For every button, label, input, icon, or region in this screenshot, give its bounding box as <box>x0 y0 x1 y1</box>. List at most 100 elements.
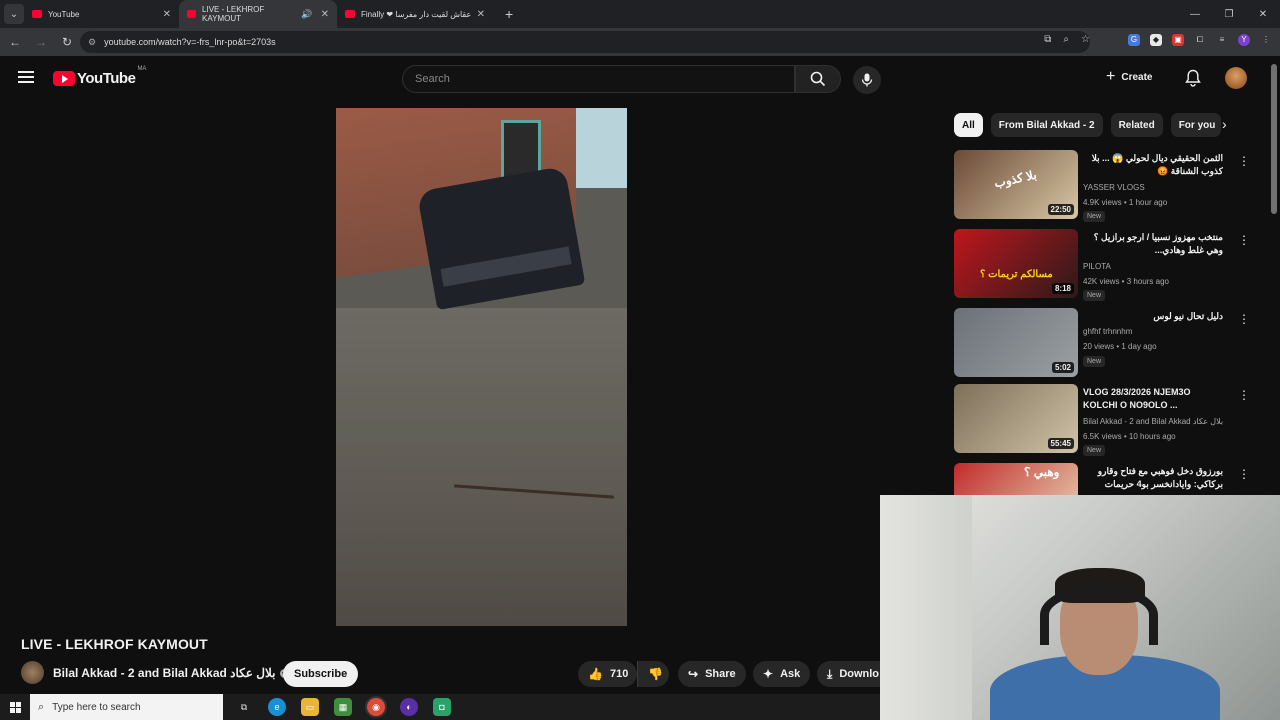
media-controls-icon[interactable]: ≡ <box>1216 34 1228 46</box>
puzzle-icon[interactable]: ⧠ <box>1194 34 1206 46</box>
windows-start-button[interactable] <box>0 701 30 713</box>
recommendation-item[interactable]: 55:45 VLOG 28/3/2026 NJEM3O KOLCHI O NO9… <box>954 384 1254 456</box>
channel-avatar[interactable] <box>21 661 44 684</box>
subscribe-button[interactable]: Subscribe <box>283 661 359 687</box>
video-thumbnail[interactable]: مسالكم تريمات ؟ 8:18 <box>954 229 1078 298</box>
chip-for-you[interactable]: For you <box>1170 113 1221 137</box>
windows-taskbar: ⌕ Type here to search ⧉ e ▭ ▦ ◉ ◐ ◘ <box>0 694 880 720</box>
profile-icon[interactable]: Y <box>1238 34 1250 46</box>
ask-button[interactable]: ✦ Ask <box>753 661 811 687</box>
app-icon[interactable]: ◘ <box>433 698 451 716</box>
duration-badge: 22:50 <box>1047 204 1074 215</box>
more-actions-icon[interactable]: ⋮ <box>1238 388 1250 402</box>
chip-related[interactable]: Related <box>1110 113 1163 137</box>
omnibox-actions: ⧉ ⌕ ☆ <box>1044 34 1090 45</box>
new-badge: New <box>1083 211 1106 222</box>
close-icon[interactable]: ✕ <box>321 9 329 20</box>
recommendation-channel[interactable]: Bilal Akkad - 2 and Bilal Akkad بلال عكا… <box>1083 417 1233 426</box>
tab-youtube[interactable]: YouTube ✕ <box>24 0 179 28</box>
close-icon[interactable]: ✕ <box>477 9 485 20</box>
tab-search-button[interactable]: ⌄ <box>4 4 24 24</box>
chip-from-channel[interactable]: From Bilal Akkad - 2 <box>990 113 1103 137</box>
tab-live-video[interactable]: LIVE - LEKHROF KAYMOUT 🔊 ✕ <box>179 0 337 28</box>
close-icon[interactable]: ✕ <box>163 9 171 20</box>
video-thumbnail[interactable]: 5:02 <box>954 308 1078 377</box>
speaker-icon[interactable]: 🔊 <box>301 9 312 20</box>
youtube-favicon-icon <box>345 10 355 18</box>
recommendation-title[interactable]: بورزوق دخل فوهبي مع فتاح وقارو بركاكي: و… <box>1083 465 1223 491</box>
close-window-icon[interactable]: ✕ <box>1246 9 1280 20</box>
thumbs-down-icon: 👎 <box>648 667 663 681</box>
create-button[interactable]: + Create <box>1106 68 1152 86</box>
download-button[interactable]: ⤓ Downlo <box>817 661 880 687</box>
recommendation-title[interactable]: منتخب مهزوز نسبيا / ارجو برازيل ؟ وهي غل… <box>1083 231 1223 257</box>
recommendation-channel[interactable]: PILOTA <box>1083 262 1111 271</box>
recommendation-meta: 20 views • 1 day ago <box>1083 342 1157 351</box>
recommendation-title[interactable]: الثمن الحقيقي ديال لحولي 😱 ... بلا كذوب … <box>1083 152 1223 178</box>
recommendation-title[interactable]: VLOG 28/3/2026 NJEM3O KOLCHI O NO9OLO ..… <box>1083 386 1223 412</box>
notifications-bell-icon[interactable] <box>1185 69 1201 92</box>
zoom-icon[interactable]: ⌕ <box>1063 34 1069 45</box>
extension-icon[interactable]: ◆ <box>1150 34 1162 46</box>
account-avatar[interactable] <box>1225 67 1247 89</box>
ask-label: Ask <box>780 668 801 680</box>
search-input[interactable]: Search <box>402 65 795 93</box>
share-button[interactable]: ↪ Share <box>678 661 746 687</box>
extension-icon[interactable]: ▣ <box>1172 34 1184 46</box>
cast-icon[interactable]: ⧉ <box>1044 34 1051 45</box>
recommendation-item[interactable]: مسالكم تريمات ؟ 8:18 منتخب مهزوز نسبيا /… <box>954 229 1254 301</box>
tab-label: LIVE - LEKHROF KAYMOUT <box>202 5 265 23</box>
hamburger-menu-icon[interactable] <box>18 71 34 83</box>
video-thumbnail[interactable]: 55:45 <box>954 384 1078 453</box>
more-actions-icon[interactable]: ⋮ <box>1238 312 1250 326</box>
search-button[interactable] <box>795 65 841 93</box>
video-player[interactable] <box>336 108 627 626</box>
thumbs-up-icon: 👍 <box>588 667 603 681</box>
translate-extension-icon[interactable]: G <box>1128 34 1140 46</box>
dislike-button[interactable]: 👎 <box>637 661 669 687</box>
recommendation-channel[interactable]: YASSER VLOGS <box>1083 183 1145 192</box>
taskbar-search-input[interactable]: ⌕ Type here to search <box>30 694 223 720</box>
new-badge: New <box>1083 290 1106 301</box>
video-title: LIVE - LEKHROF KAYMOUT <box>21 636 208 652</box>
menu-kebab-icon[interactable]: ⋮ <box>1260 34 1272 46</box>
store-icon[interactable]: ▦ <box>334 698 352 716</box>
youtube-logo[interactable]: YouTube MA <box>53 66 146 87</box>
restore-icon[interactable]: ❐ <box>1212 9 1246 20</box>
video-frame-road <box>336 308 627 626</box>
forward-icon[interactable]: → <box>30 35 52 49</box>
minimize-icon[interactable]: — <box>1178 9 1212 20</box>
page-scrollbar[interactable] <box>1271 64 1277 214</box>
back-icon[interactable]: ← <box>4 35 26 49</box>
edge-icon[interactable]: e <box>268 698 286 716</box>
video-thumbnail[interactable]: بلا كذوب 22:50 <box>954 150 1078 219</box>
recommendation-item[interactable]: بلا كذوب 22:50 الثمن الحقيقي ديال لحولي … <box>954 150 1254 222</box>
country-code: MA <box>137 66 147 72</box>
reload-icon[interactable]: ↻ <box>56 35 78 49</box>
obs-icon[interactable]: ◐ <box>400 698 418 716</box>
site-info-icon[interactable]: ⚙ <box>88 37 96 48</box>
recommendation-channel[interactable]: ghfhf trhnnhm <box>1083 327 1132 336</box>
task-view-icon[interactable]: ⧉ <box>235 698 253 716</box>
like-button[interactable]: 👍 710 <box>578 661 637 687</box>
bookmark-star-icon[interactable]: ☆ <box>1081 34 1090 45</box>
channel-name-link[interactable]: Bilal Akkad - 2 and Bilal Akkad بلال عكا… <box>53 666 289 680</box>
tab-finally[interactable]: Finally ❤ عقاش لقيت دار مفرسا ✕ <box>337 0 493 28</box>
recommendation-item[interactable]: وهبي ؟ بورزوق دخل فوهبي مع فتاح وقارو بر… <box>954 463 1254 495</box>
recommendation-title[interactable]: دليل تحال نيو لوس <box>1083 310 1223 323</box>
new-tab-icon[interactable]: + <box>505 6 513 22</box>
more-actions-icon[interactable]: ⋮ <box>1238 233 1250 247</box>
address-bar[interactable]: ⚙ youtube.com/watch?v=-frs_lnr-po&t=2703… <box>80 31 1090 53</box>
chrome-icon[interactable]: ◉ <box>367 698 385 716</box>
recommendation-item[interactable]: 5:02 دليل تحال نيو لوس ghfhf trhnnhm 20 … <box>954 308 1254 380</box>
video-frame-car <box>416 165 586 311</box>
more-actions-icon[interactable]: ⋮ <box>1238 154 1250 168</box>
more-actions-icon[interactable]: ⋮ <box>1238 467 1250 481</box>
microphone-icon <box>861 73 873 87</box>
voice-search-button[interactable] <box>853 66 881 94</box>
chip-all[interactable]: All <box>954 113 983 137</box>
chevron-right-icon[interactable]: › <box>1222 116 1227 132</box>
video-thumbnail[interactable]: وهبي ؟ <box>954 463 1078 495</box>
plus-icon: + <box>1106 68 1116 85</box>
file-explorer-icon[interactable]: ▭ <box>301 698 319 716</box>
